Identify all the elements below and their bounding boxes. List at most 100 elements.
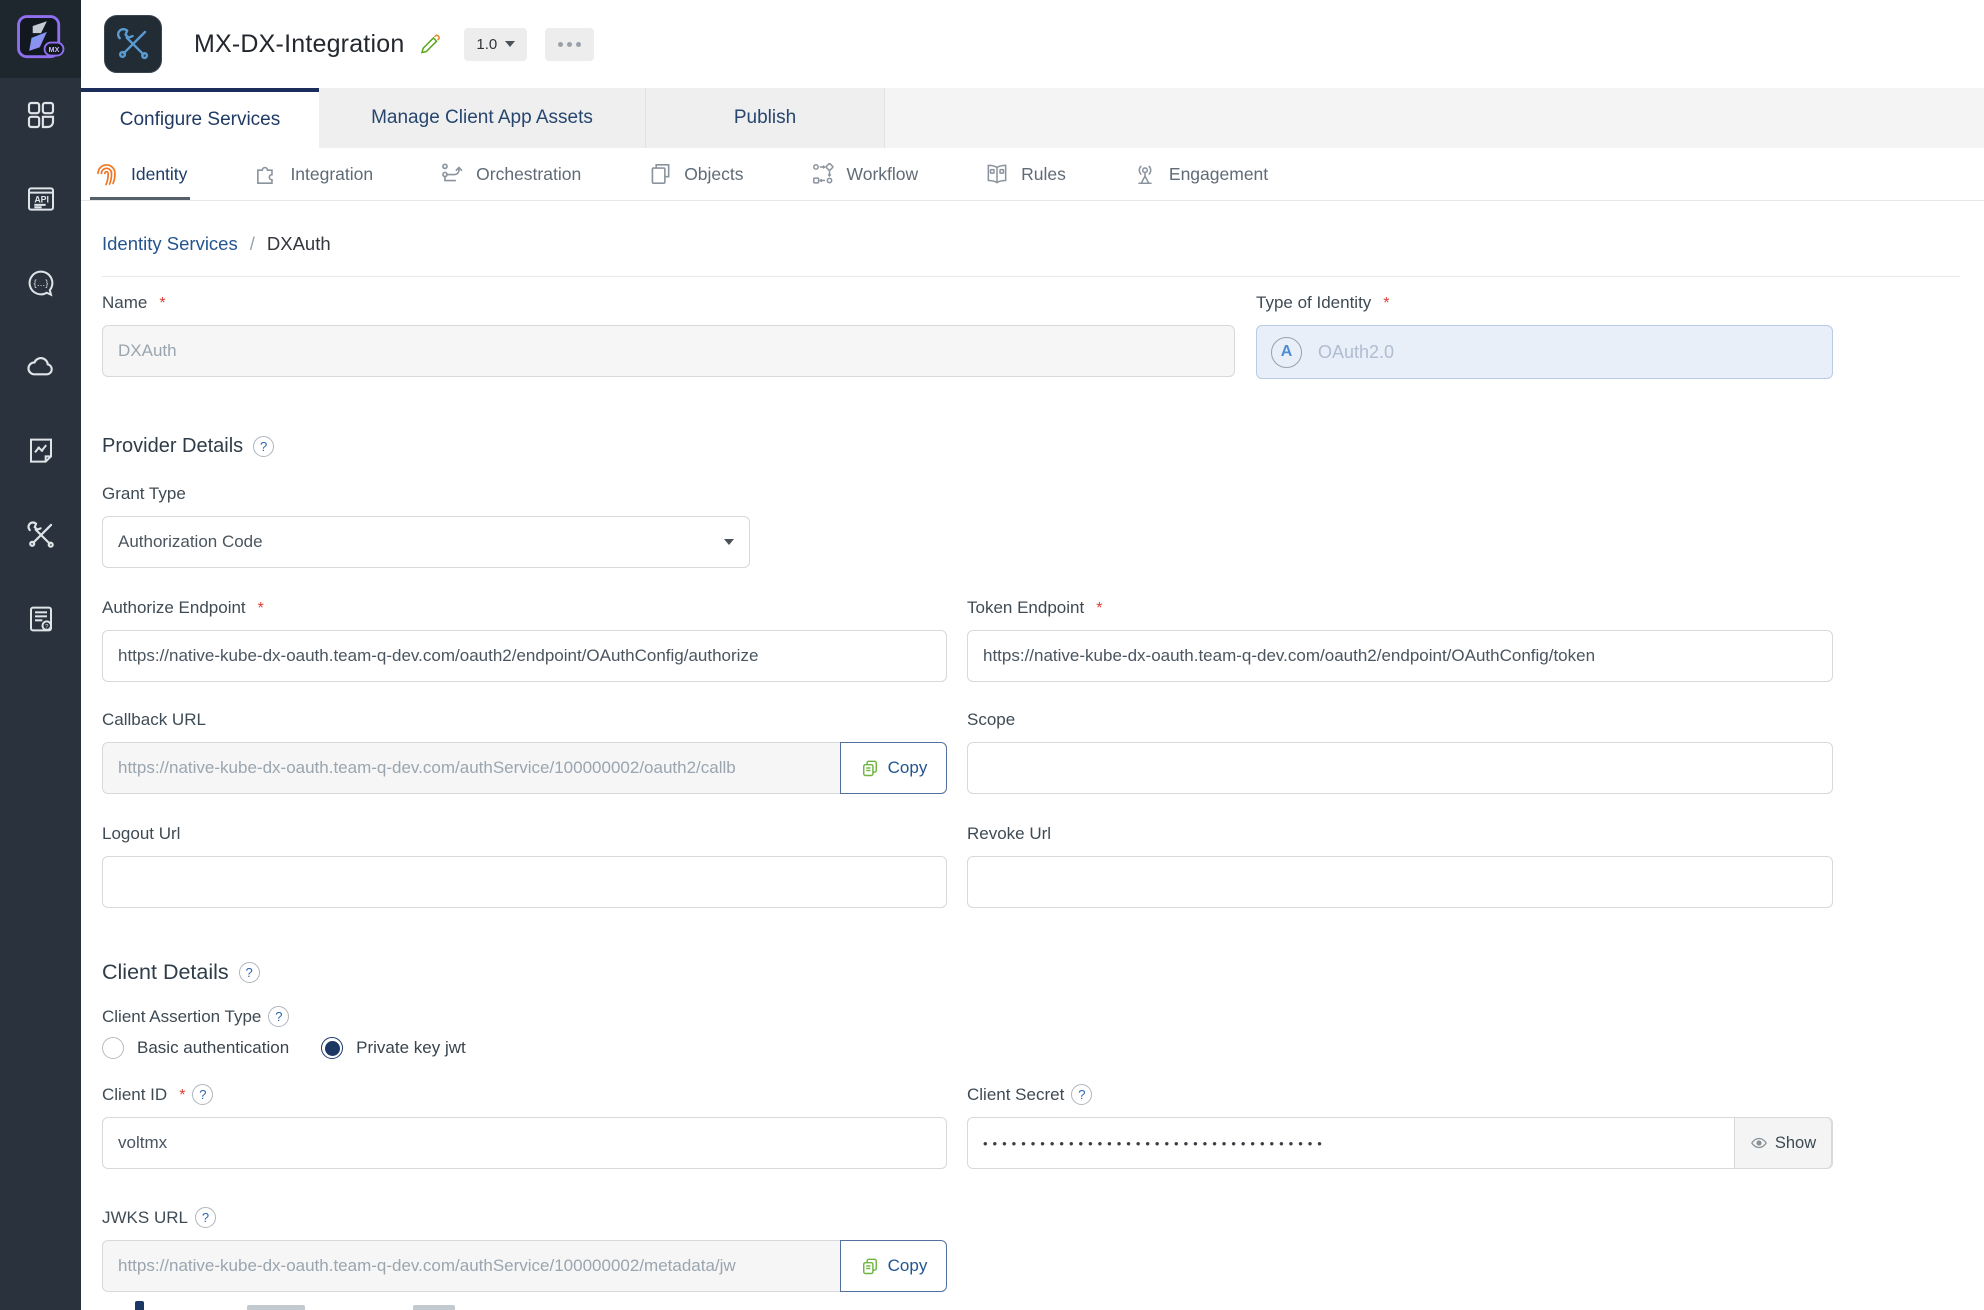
page-title: MX-DX-Integration [194, 30, 404, 59]
crossed-tools-icon [25, 519, 57, 551]
callback-url-label: Callback URL [102, 710, 206, 730]
tab-label: Manage Client App Assets [371, 107, 593, 129]
clipped-content-fragment [135, 1301, 144, 1310]
sidebar-item-cloud[interactable] [19, 350, 63, 384]
object-icon [647, 161, 673, 187]
eye-icon [1750, 1134, 1768, 1152]
grant-type-select[interactable]: Authorization Code [102, 516, 750, 568]
token-endpoint-label: Token Endpoint [967, 598, 1084, 618]
subtab-label: Objects [684, 164, 743, 185]
required-asterisk [253, 598, 264, 618]
subtab-label: Engagement [1169, 164, 1268, 185]
more-options-button[interactable] [545, 28, 594, 61]
subtab-integration[interactable]: Integration [250, 148, 376, 200]
client-secret-show-button[interactable]: Show [1734, 1117, 1832, 1169]
app-tools-icon [114, 25, 152, 63]
sidebar-item-chat-code[interactable]: {…} [19, 266, 63, 300]
edit-title-button[interactable] [418, 32, 442, 56]
dot-icon [567, 42, 572, 47]
subtab-label: Rules [1021, 164, 1066, 185]
subtab-label: Orchestration [476, 164, 581, 185]
token-endpoint-input[interactable]: https://native-kube-dx-oauth.team-q-dev.… [967, 630, 1833, 682]
logout-url-input[interactable] [102, 856, 947, 908]
document-help-icon: ? [25, 603, 57, 635]
sidebar-item-reports[interactable] [19, 434, 63, 468]
radio-label: Basic authentication [137, 1038, 289, 1058]
subtab-label: Identity [131, 164, 187, 185]
breadcrumb: Identity Services / DXAuth [102, 233, 1960, 255]
radio-private-key-jwt[interactable]: Private key jwt [321, 1037, 466, 1059]
oauth-type-icon: A [1271, 337, 1302, 368]
help-icon[interactable] [1071, 1084, 1092, 1105]
authorize-endpoint-input[interactable]: https://native-kube-dx-oauth.team-q-dev.… [102, 630, 947, 682]
required-asterisk [1091, 598, 1102, 618]
pencil-icon [418, 32, 442, 56]
help-icon[interactable] [268, 1006, 289, 1027]
subtab-orchestration[interactable]: Orchestration [436, 148, 584, 200]
sidebar-item-api-console[interactable]: API [19, 182, 63, 216]
tab-label: Publish [734, 107, 796, 129]
svg-text:API: API [34, 194, 49, 204]
revoke-url-label: Revoke Url [967, 824, 1051, 844]
report-document-icon [25, 435, 57, 467]
version-dropdown[interactable]: 1.0 [464, 28, 527, 61]
grant-type-label: Grant Type [102, 484, 186, 504]
api-console-icon: API [25, 183, 57, 215]
sidebar: MX API [0, 0, 81, 1310]
subtab-objects[interactable]: Objects [644, 148, 746, 200]
cloud-icon [25, 351, 57, 383]
help-icon[interactable] [253, 436, 274, 457]
client-secret-input[interactable]: •••••••••••••••••••••••••••••••••••• Sho… [967, 1117, 1833, 1169]
subtab-workflow[interactable]: Workflow [807, 148, 922, 200]
clipped-content-fragment [413, 1305, 455, 1310]
radio-checked-icon [321, 1037, 343, 1059]
help-icon[interactable] [192, 1084, 213, 1105]
tab-configure-services[interactable]: Configure Services [81, 88, 319, 148]
client-id-label: Client ID [102, 1085, 167, 1105]
required-asterisk [174, 1085, 185, 1105]
chat-code-icon: {…} [25, 267, 57, 299]
tabbar-filler [885, 88, 1984, 148]
main-tabs: Configure Services Manage Client App Ass… [81, 88, 1984, 148]
callback-url-copy-button[interactable]: Copy [840, 742, 947, 794]
client-secret-label: Client Secret [967, 1085, 1064, 1105]
type-of-identity-value: OAuth2.0 [1318, 342, 1394, 363]
sidebar-item-apps[interactable] [19, 98, 63, 132]
client-id-input[interactable]: voltmx [102, 1117, 947, 1169]
identity-service-form: Identity Services / DXAuth Name DXAuth T… [81, 201, 1984, 1310]
help-icon[interactable] [195, 1207, 216, 1228]
clipped-content-fragment [247, 1305, 305, 1310]
tab-manage-client-app-assets[interactable]: Manage Client App Assets [319, 88, 646, 148]
broadcast-icon [1132, 161, 1158, 187]
jwks-url-copy-button[interactable]: Copy [840, 1240, 947, 1292]
sidebar-item-tools[interactable] [19, 518, 63, 552]
logo-mx-badge: MX [48, 46, 59, 54]
breadcrumb-identity-services[interactable]: Identity Services [102, 233, 238, 255]
voltmx-logo[interactable]: MX [0, 0, 81, 78]
voltmx-logo-icon: MX [15, 13, 67, 65]
rules-book-icon [984, 161, 1010, 187]
subtab-engagement[interactable]: Engagement [1129, 148, 1271, 200]
help-icon[interactable] [239, 962, 260, 983]
version-label: 1.0 [476, 36, 497, 53]
radio-basic-authentication[interactable]: Basic authentication [102, 1037, 289, 1059]
radio-unchecked-icon [102, 1037, 124, 1059]
subtab-identity[interactable]: Identity [90, 148, 190, 200]
sidebar-item-help-docs[interactable]: ? [19, 602, 63, 636]
copy-icon [860, 758, 880, 778]
revoke-url-input[interactable] [967, 856, 1833, 908]
scope-input[interactable] [967, 742, 1833, 794]
required-asterisk [154, 293, 165, 313]
app-window: MX API [0, 0, 1984, 1310]
dot-icon [558, 42, 563, 47]
tab-publish[interactable]: Publish [646, 88, 885, 148]
subtab-rules[interactable]: Rules [981, 148, 1069, 200]
client-assertion-options: Basic authentication Private key jwt [102, 1037, 1960, 1059]
svg-text:{…}: {…} [33, 278, 48, 288]
name-input: DXAuth [102, 325, 1235, 377]
client-details-heading: Client Details [102, 960, 1960, 985]
chevron-down-icon [724, 539, 734, 545]
app-header: MX-DX-Integration 1.0 [81, 0, 1984, 88]
name-label: Name [102, 293, 147, 313]
radio-label: Private key jwt [356, 1038, 466, 1058]
